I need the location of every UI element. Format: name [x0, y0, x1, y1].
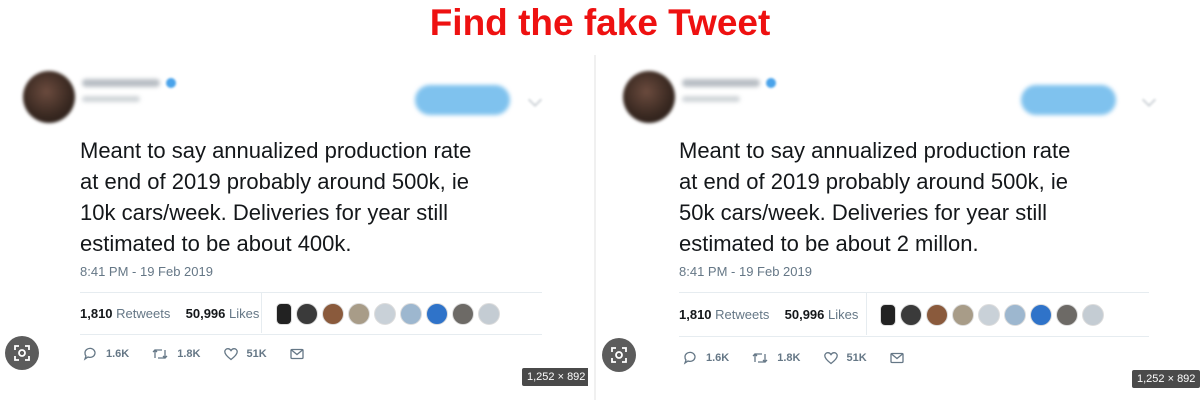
blurred-handle — [82, 96, 140, 102]
tweet-timestamp[interactable]: 8:41 PM - 19 Feb 2019 — [80, 264, 213, 279]
liker-avatar[interactable] — [1082, 304, 1104, 326]
blurred-display-name — [682, 79, 760, 87]
like-icon — [823, 352, 838, 365]
tweet-actions: 1.6K 1.8K 51K — [82, 346, 335, 362]
visual-search-button[interactable] — [5, 336, 39, 370]
reply-count: 1.6K — [706, 352, 730, 364]
liker-avatar[interactable] — [926, 304, 948, 326]
engagement-stats: 1,810 Retweets 50,996 Likes — [679, 307, 858, 322]
tweet-timestamp[interactable]: 8:41 PM - 19 Feb 2019 — [679, 264, 812, 279]
liker-avatar[interactable] — [296, 303, 318, 325]
retweet-action[interactable]: 1.8K — [151, 346, 201, 362]
reply-icon — [83, 347, 96, 361]
tweet-screenshot-left[interactable]: Meant to say annualized production rate … — [0, 55, 588, 400]
blurred-handle — [682, 96, 740, 102]
tweet-text-line: at end of 2019 probably around 500k, ie — [80, 169, 469, 194]
tweet-text-line: 10k cars/week. Deliveries for year still — [80, 200, 449, 225]
liker-avatar[interactable] — [426, 303, 448, 325]
liker-avatar[interactable] — [374, 303, 396, 325]
likes-count[interactable]: 50,996 — [785, 307, 825, 322]
liker-avatar[interactable] — [400, 303, 422, 325]
liker-avatar[interactable] — [1004, 304, 1026, 326]
retweets-label[interactable]: Retweets — [116, 306, 170, 321]
like-count: 51K — [846, 352, 867, 364]
like-count: 51K — [246, 348, 267, 360]
stats-separator — [261, 293, 262, 333]
tweet-text-line: at end of 2019 probably around 500k, ie — [679, 169, 1068, 194]
retweets-count[interactable]: 1,810 — [679, 307, 712, 322]
divider — [80, 334, 542, 335]
visual-search-icon — [14, 345, 30, 361]
tweet-header-blurred — [0, 55, 588, 130]
tweet-screenshot-right[interactable]: Meant to say annualized production rate … — [594, 55, 1200, 400]
retweets-count[interactable]: 1,810 — [80, 306, 113, 321]
retweets-label[interactable]: Retweets — [715, 307, 769, 322]
verified-badge-icon — [766, 78, 776, 88]
tweet-text-line: estimated to be about 400k. — [80, 231, 352, 256]
blurred-display-name — [82, 79, 160, 87]
tweet-text: Meant to say annualized production rate … — [679, 135, 1179, 259]
message-icon — [890, 352, 904, 364]
headline: Find the fake Tweet — [429, 2, 771, 43]
tweet-text: Meant to say annualized production rate … — [80, 135, 580, 259]
liker-avatars[interactable] — [276, 303, 500, 325]
retweet-action[interactable]: 1.8K — [751, 350, 801, 366]
reply-action[interactable]: 1.6K — [682, 350, 729, 366]
liker-avatar[interactable] — [978, 304, 1000, 326]
image-size-badge: 1,252 × 892 — [1132, 370, 1200, 388]
message-action[interactable] — [889, 350, 913, 366]
liker-avatars[interactable] — [880, 304, 1104, 326]
liker-avatar[interactable] — [348, 303, 370, 325]
chevron-down-icon[interactable] — [527, 92, 543, 108]
liker-avatar[interactable] — [1030, 304, 1052, 326]
retweet-icon — [152, 349, 168, 359]
avatar — [623, 71, 675, 123]
message-icon — [290, 348, 304, 360]
likes-count[interactable]: 50,996 — [186, 306, 226, 321]
liker-avatar[interactable] — [952, 304, 974, 326]
visual-search-button[interactable] — [602, 338, 636, 372]
follow-button[interactable] — [415, 85, 510, 115]
liker-avatar[interactable] — [322, 303, 344, 325]
engagement-stats: 1,810 Retweets 50,996 Likes — [80, 306, 259, 321]
retweet-icon — [752, 353, 768, 363]
liker-avatar[interactable] — [1056, 304, 1078, 326]
avatar — [23, 71, 75, 123]
like-icon — [223, 348, 238, 361]
likes-label[interactable]: Likes — [229, 306, 259, 321]
tweet-header-blurred — [596, 55, 1200, 130]
follow-button[interactable] — [1021, 85, 1116, 115]
image-size-badge: 1,252 × 892 — [522, 368, 588, 386]
likes-label[interactable]: Likes — [828, 307, 858, 322]
tweet-text-line: estimated to be about 2 millon. — [679, 231, 979, 256]
liker-avatar[interactable] — [276, 303, 292, 325]
like-action[interactable]: 51K — [823, 350, 867, 366]
divider — [80, 292, 542, 293]
reply-action[interactable]: 1.6K — [82, 346, 129, 362]
liker-avatar[interactable] — [880, 304, 896, 326]
divider — [679, 292, 1149, 293]
liker-avatar[interactable] — [478, 303, 500, 325]
chevron-down-icon[interactable] — [1141, 92, 1157, 108]
tweet-text-line: 50k cars/week. Deliveries for year still — [679, 200, 1048, 225]
tweet-actions: 1.6K 1.8K 51K — [682, 350, 935, 366]
tweet-text-line: Meant to say annualized production rate — [80, 138, 472, 163]
visual-search-icon — [611, 347, 627, 363]
retweet-count: 1.8K — [777, 352, 801, 364]
liker-avatar[interactable] — [900, 304, 922, 326]
divider — [679, 336, 1149, 337]
retweet-count: 1.8K — [177, 348, 201, 360]
stats-separator — [866, 293, 867, 335]
liker-avatar[interactable] — [452, 303, 474, 325]
tweet-text-line: Meant to say annualized production rate — [679, 138, 1071, 163]
message-action[interactable] — [289, 346, 313, 362]
reply-count: 1.6K — [106, 348, 130, 360]
like-action[interactable]: 51K — [223, 346, 267, 362]
verified-badge-icon — [166, 78, 176, 88]
reply-icon — [683, 351, 696, 365]
